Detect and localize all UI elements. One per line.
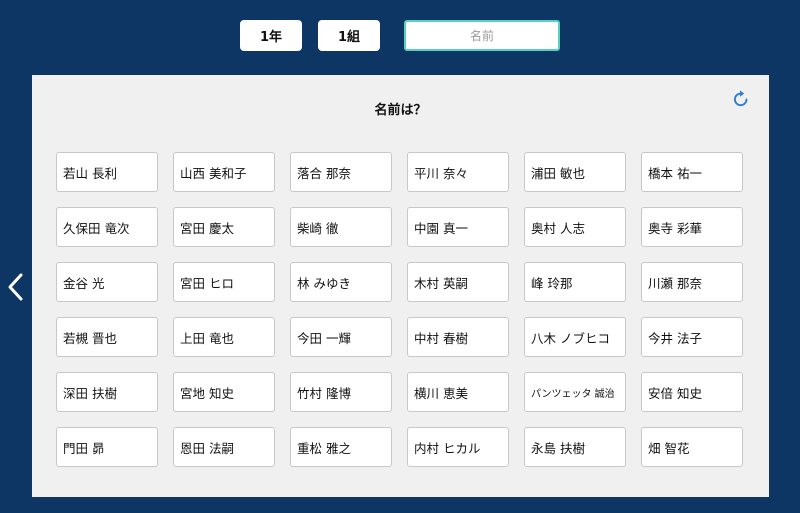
year-selector-button[interactable]: 1年 <box>240 20 302 51</box>
student-name-card[interactable]: 恩田 法嗣 <box>173 427 275 467</box>
student-name-card[interactable]: 今田 一輝 <box>290 317 392 357</box>
student-name-card[interactable]: 重松 雅之 <box>290 427 392 467</box>
student-name-grid: 若山 長利 山西 美和子 落合 那奈 平川 奈々 浦田 敏也 橋本 祐一久保田 竜次 宮田 … <box>56 152 743 467</box>
student-name-card[interactable]: 宮地 知史 <box>173 372 275 412</box>
student-name-card[interactable]: 平川 奈々 <box>407 152 509 192</box>
student-name-card[interactable]: 門田 昴 <box>56 427 158 467</box>
student-name-card[interactable]: 畑 智花 <box>641 427 743 467</box>
student-name-card[interactable]: 深田 扶樹 <box>56 372 158 412</box>
student-name-card[interactable]: 橋本 祐一 <box>641 152 743 192</box>
name-search-input[interactable] <box>404 20 560 51</box>
student-name-card[interactable]: 林 みゆき <box>290 262 392 302</box>
student-name-card[interactable]: 八木 ノブヒコ <box>524 317 626 357</box>
top-bar: 1年 1組 <box>0 0 800 70</box>
student-name-card[interactable]: 竹村 隆博 <box>290 372 392 412</box>
student-name-card[interactable]: 若山 長利 <box>56 152 158 192</box>
student-name-card[interactable]: 内村 ヒカル <box>407 427 509 467</box>
student-name-card[interactable]: 浦田 敏也 <box>524 152 626 192</box>
student-name-card[interactable]: 宮田 慶太 <box>173 207 275 247</box>
student-name-card[interactable]: 永島 扶樹 <box>524 427 626 467</box>
student-name-card[interactable]: 落合 那奈 <box>290 152 392 192</box>
student-name-card[interactable]: 若槻 晋也 <box>56 317 158 357</box>
student-name-card[interactable]: 久保田 竜次 <box>56 207 158 247</box>
student-name-card[interactable]: 木村 英嗣 <box>407 262 509 302</box>
student-name-card[interactable]: 奥寺 彩華 <box>641 207 743 247</box>
student-name-card[interactable]: 中村 春樹 <box>407 317 509 357</box>
student-name-card[interactable]: 奥村 人志 <box>524 207 626 247</box>
chevron-left-icon[interactable] <box>4 272 28 302</box>
student-name-card[interactable]: パンツェッタ 誠治 <box>524 372 626 412</box>
student-name-card[interactable]: 上田 竜也 <box>173 317 275 357</box>
student-name-card[interactable]: 川瀬 那奈 <box>641 262 743 302</box>
panel-title: 名前は？ <box>374 103 427 118</box>
class-selector-button[interactable]: 1組 <box>318 20 380 51</box>
student-name-card[interactable]: 山西 美和子 <box>173 152 275 192</box>
name-selection-panel: 名前は？ 若山 長利 山西 美和子 落合 那奈 平川 奈々 浦田 敏也 橋本 祐一久保田 … <box>32 75 769 497</box>
student-name-card[interactable]: 柴崎 徹 <box>290 207 392 247</box>
student-name-card[interactable]: 宮田 ヒロ <box>173 262 275 302</box>
student-name-card[interactable]: 今井 法子 <box>641 317 743 357</box>
student-name-card[interactable]: 中園 真一 <box>407 207 509 247</box>
student-name-card[interactable]: 金谷 光 <box>56 262 158 302</box>
refresh-icon[interactable] <box>731 89 751 109</box>
student-name-card[interactable]: 峰 玲那 <box>524 262 626 302</box>
student-name-card[interactable]: 横川 恵美 <box>407 372 509 412</box>
student-name-card[interactable]: 安倍 知史 <box>641 372 743 412</box>
